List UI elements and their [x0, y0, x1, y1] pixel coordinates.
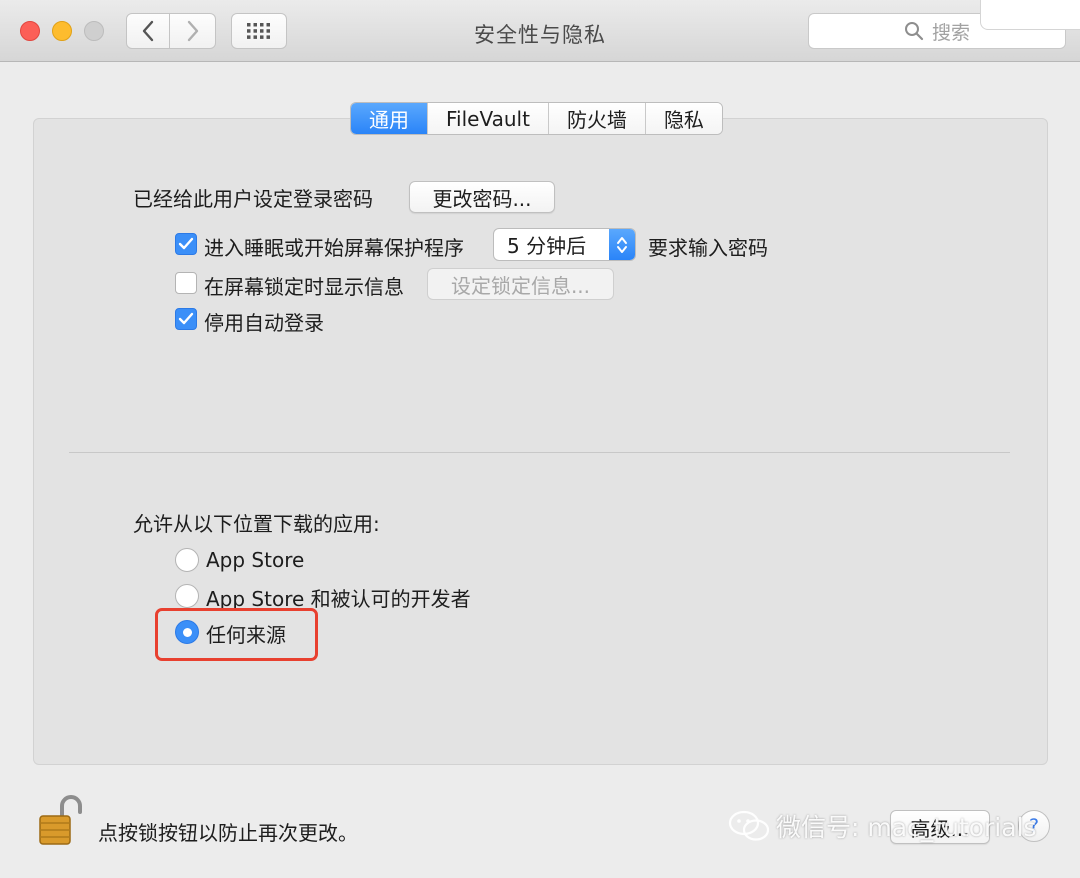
overlay-corner — [980, 0, 1080, 30]
change-password-button[interactable]: 更改密码... — [409, 181, 555, 213]
content-panel — [33, 118, 1048, 765]
watermark-text: 微信号: mac_tutorials — [776, 813, 1037, 842]
tab-bar: 通用 FileVault 防火墙 隐私 — [350, 102, 723, 135]
lock-hint-label: 点按锁按钮以防止再次更改。 — [98, 821, 358, 845]
sleep-password-label: 进入睡眠或开始屏幕保护程序 — [204, 236, 464, 260]
set-lock-message-button[interactable]: 设定锁定信息... — [427, 268, 614, 300]
lock-message-label: 在屏幕锁定时显示信息 — [204, 275, 404, 299]
radio-app-store-identified[interactable] — [175, 584, 199, 608]
title-bar: 安全性与隐私 搜索 — [0, 0, 1080, 62]
radio-app-store[interactable] — [175, 548, 199, 572]
lock-message-checkbox[interactable] — [175, 272, 197, 294]
disable-autologin-label: 停用自动登录 — [204, 311, 324, 335]
sleep-delay-popup[interactable]: 5 分钟后 — [493, 228, 636, 261]
tab-filevault[interactable]: FileVault — [428, 103, 549, 134]
require-password-label: 要求输入密码 — [648, 236, 768, 260]
sleep-password-checkbox[interactable] — [175, 233, 197, 255]
disable-autologin-checkbox[interactable] — [175, 308, 197, 330]
checkmark-icon — [178, 237, 194, 250]
section-divider — [69, 452, 1010, 453]
tab-firewall[interactable]: 防火墙 — [548, 103, 646, 134]
red-highlight-box — [155, 608, 318, 661]
radio-app-store-label: App Store — [206, 548, 305, 572]
unlocked-padlock-icon[interactable] — [38, 794, 82, 846]
checkmark-icon — [178, 312, 194, 325]
tab-privacy[interactable]: 隐私 — [645, 103, 722, 134]
popup-arrows-icon — [609, 229, 635, 260]
search-icon — [904, 22, 924, 41]
password-label: 已经给此用户设定登录密码 — [133, 187, 373, 211]
sleep-delay-value: 5 分钟后 — [507, 234, 587, 258]
search-placeholder: 搜索 — [931, 21, 970, 44]
wechat-icon — [728, 810, 770, 841]
wechat-watermark: 微信号: mac_tutorials — [728, 808, 1037, 844]
download-source-label: 允许从以下位置下载的应用: — [133, 512, 380, 536]
tab-general[interactable]: 通用 — [351, 103, 428, 134]
